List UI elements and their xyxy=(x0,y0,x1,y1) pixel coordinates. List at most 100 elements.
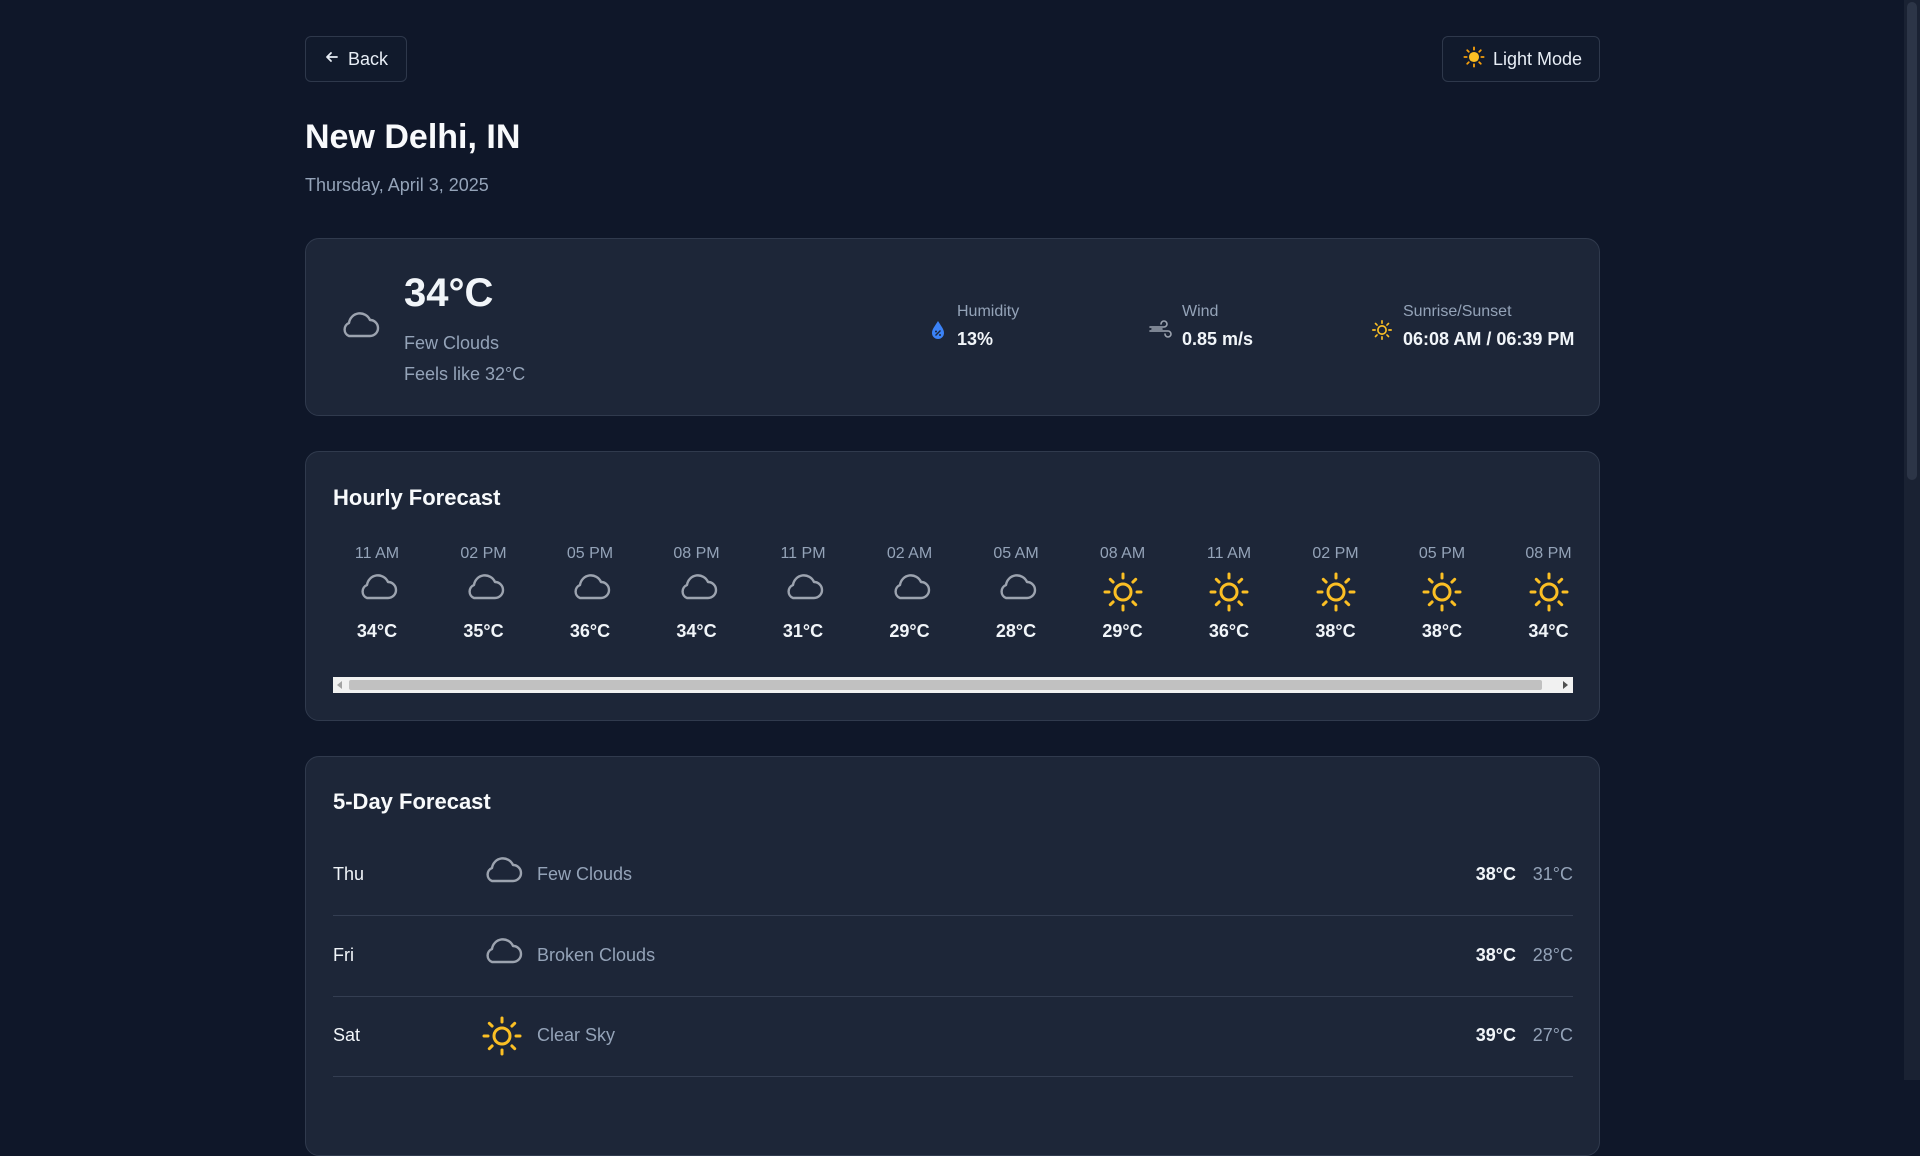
cloud-icon xyxy=(860,571,960,613)
daily-forecast-row: Fri Broken Clouds 38°C 28°C xyxy=(333,917,1573,997)
hourly-temp: 36°C xyxy=(569,621,611,641)
page-scrollbar[interactable] xyxy=(1904,0,1920,1080)
hourly-temp: 29°C xyxy=(889,621,930,641)
hourly-time: 02 AM xyxy=(886,545,933,562)
hourly-item: 02 PM 38°C xyxy=(1286,545,1386,642)
day-high-temp: 38°C xyxy=(1475,864,1516,884)
hourly-temp: 31°C xyxy=(782,621,824,641)
hourly-item: 08 PM 34°C xyxy=(1499,545,1599,642)
hourly-item: 02 AM 29°C xyxy=(860,545,960,642)
hourly-temp: 38°C xyxy=(1421,621,1463,641)
hourly-temp: 36°C xyxy=(1208,621,1250,641)
sun-icon xyxy=(1463,45,1485,73)
hourly-time: 05 AM xyxy=(993,545,1039,562)
weather-page: Back Light Mode New Delhi, IN Thursday, … xyxy=(305,0,1600,1156)
light-mode-label: Light Mode xyxy=(1492,48,1582,69)
hourly-temp: 34°C xyxy=(1528,621,1569,641)
hourly-scrollbar[interactable] xyxy=(333,677,1573,693)
current-description: Few Clouds xyxy=(404,333,500,353)
day-name: Sat xyxy=(333,1025,361,1045)
hourly-temp: 38°C xyxy=(1315,621,1356,641)
sunrise-sunset-label: Sunrise/Sunset xyxy=(1403,303,1512,320)
hourly-item: 05 PM 36°C xyxy=(540,545,640,642)
humidity-label: Humidity xyxy=(957,303,1020,320)
current-temperature: 34°C xyxy=(404,271,494,315)
date-text: Thursday, April 3, 2025 xyxy=(305,175,489,195)
day-description: Clear Sky xyxy=(537,1025,616,1045)
sun-icon xyxy=(1499,571,1599,613)
cloud-icon xyxy=(647,571,747,613)
hourly-forecast-title: Hourly Forecast xyxy=(333,485,501,510)
sun-small-icon xyxy=(1371,319,1393,350)
daily-forecast-row: Thu Few Clouds 38°C 31°C xyxy=(333,836,1573,916)
hourly-temp: 34°C xyxy=(676,621,717,641)
hourly-forecast-card: Hourly Forecast 11 AM 34°C 02 PM 35°C 05 PM 3… xyxy=(305,451,1600,721)
humidity-stat: Humidity 13% xyxy=(929,303,1019,350)
hourly-item: 05 PM 38°C xyxy=(1392,545,1492,642)
day-low-temp: 31°C xyxy=(1532,864,1573,884)
sun-icon xyxy=(1073,571,1173,613)
cloud-icon xyxy=(434,571,534,613)
cloud-icon xyxy=(481,854,523,889)
wind-stat: Wind 0.85 m/s xyxy=(1148,303,1253,350)
hourly-temp: 28°C xyxy=(995,621,1037,641)
top-bar: Back Light Mode xyxy=(305,36,1600,118)
hourly-item: 11 AM 34°C xyxy=(327,545,427,642)
hourly-time: 08 PM xyxy=(673,545,720,562)
cloud-icon xyxy=(753,571,853,613)
wind-icon xyxy=(1148,319,1172,350)
sun-icon xyxy=(1179,571,1279,613)
sunrise-sunset-stat: Sunrise/Sunset 06:08 AM / 06:39 PM xyxy=(1371,303,1574,350)
light-mode-button[interactable]: Light Mode xyxy=(1441,36,1600,82)
page-scrollbar-thumb[interactable] xyxy=(1907,2,1917,480)
hourly-time: 02 PM xyxy=(460,545,507,562)
current-weather-card: 34°C Few Clouds Feels like 32°C Humidity… xyxy=(305,238,1600,416)
hourly-temp: 34°C xyxy=(356,621,398,641)
scroll-left-arrow-icon[interactable] xyxy=(337,681,342,689)
scroll-right-arrow-icon[interactable] xyxy=(1563,681,1568,689)
back-button[interactable]: Back xyxy=(305,36,408,82)
day-low-temp: 27°C xyxy=(1532,1025,1573,1045)
cloud-icon xyxy=(338,309,380,344)
day-name: Thu xyxy=(333,864,365,884)
hourly-time: 05 PM xyxy=(566,545,614,562)
hourly-time: 11 PM xyxy=(780,545,826,562)
hourly-time: 08 AM xyxy=(1099,545,1146,562)
hourly-temp: 29°C xyxy=(1102,621,1143,641)
sun-icon xyxy=(1286,571,1386,613)
hourly-scrollbar-thumb[interactable] xyxy=(349,680,1542,690)
cloud-icon xyxy=(327,571,427,613)
wind-label: Wind xyxy=(1182,303,1219,320)
sun-icon xyxy=(1392,571,1492,613)
back-button-label: Back xyxy=(348,48,389,69)
day-description: Broken Clouds xyxy=(537,944,656,965)
day-low-temp: 28°C xyxy=(1532,944,1573,965)
hourly-time: 05 PM xyxy=(1418,545,1466,562)
hourly-item: 11 AM 36°C xyxy=(1179,545,1279,642)
hourly-item: 05 AM 28°C xyxy=(966,545,1066,642)
hourly-item: 02 PM 35°C xyxy=(434,545,534,642)
hourly-time: 11 AM xyxy=(1206,545,1252,562)
five-day-forecast-card: 5-Day Forecast Thu Few Clouds 38°C 31°C Fri B… xyxy=(305,756,1600,1156)
city-title: New Delhi, IN xyxy=(305,118,521,156)
day-high-temp: 39°C xyxy=(1475,1025,1516,1045)
wind-value: 0.85 m/s xyxy=(1182,329,1254,349)
five-day-forecast-title: 5-Day Forecast xyxy=(333,789,491,814)
hourly-time: 11 AM xyxy=(354,545,400,562)
sun-icon xyxy=(481,1015,523,1062)
hourly-item: 11 PM 31°C xyxy=(753,545,853,642)
humidity-icon xyxy=(929,319,947,350)
cloud-icon xyxy=(966,571,1066,613)
daily-forecast-row: Sat Clear Sky 39°C 27°C xyxy=(333,997,1573,1077)
hourly-time: 02 PM xyxy=(1312,545,1359,562)
hourly-forecast-list[interactable]: 11 AM 34°C 02 PM 35°C 05 PM 36°C 08 PM 34°C 11 P… xyxy=(333,545,1573,655)
humidity-value: 13% xyxy=(957,329,994,349)
cloud-icon xyxy=(540,571,640,613)
arrow-left-icon xyxy=(324,49,340,70)
feels-like: Feels like 32°C xyxy=(404,364,526,384)
sunrise-sunset-value: 06:08 AM / 06:39 PM xyxy=(1403,329,1575,349)
day-high-temp: 38°C xyxy=(1475,944,1516,965)
hourly-temp: 35°C xyxy=(463,621,504,641)
hourly-item: 08 PM 34°C xyxy=(647,545,747,642)
day-description: Few Clouds xyxy=(537,864,633,884)
